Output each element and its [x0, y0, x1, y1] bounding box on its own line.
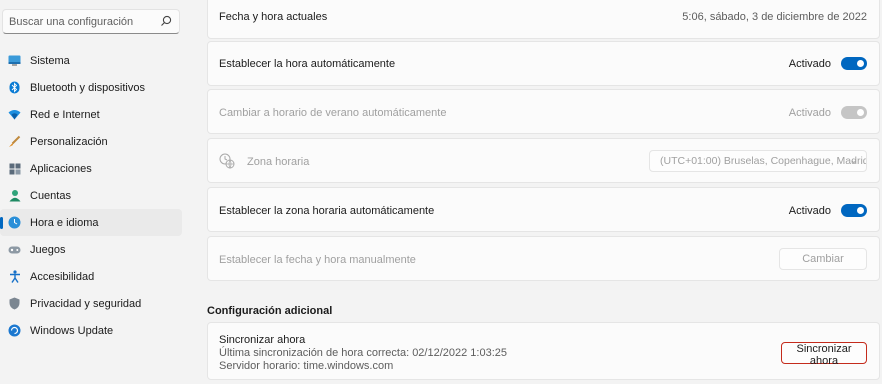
search-icon[interactable]: [159, 14, 173, 28]
sidebar-item-label: Hora e idioma: [30, 216, 99, 229]
system-icon: [8, 54, 21, 67]
shield-icon: [8, 297, 21, 310]
auto-dst-card: Cambiar a horario de verano automáticame…: [207, 89, 880, 134]
search-box[interactable]: [2, 9, 180, 34]
sync-last-time: Última sincronización de hora correcta: …: [219, 347, 508, 359]
timezone-select[interactable]: (UTC+01:00) Bruselas, Copenhague, Madrid…: [649, 150, 867, 172]
sidebar: Sistema Bluetooth y dispositivos Red e I…: [0, 0, 188, 384]
timezone-card: Zona horaria (UTC+01:00) Bruselas, Copen…: [207, 138, 880, 183]
sidebar-item-label: Privacidad y seguridad: [30, 297, 142, 310]
auto-time-state: Activado: [788, 58, 831, 70]
search-input[interactable]: [3, 10, 153, 33]
chevron-down-icon: ⌄: [849, 155, 858, 166]
current-datetime-card: Fecha y hora actuales 5:06, sábado, 3 de…: [207, 0, 880, 39]
sidebar-item-bluetooth[interactable]: Bluetooth y dispositivos: [0, 74, 182, 101]
manual-datetime-card: Establecer la fecha y hora manualmente C…: [207, 236, 880, 281]
sidebar-item-label: Accesibilidad: [30, 270, 95, 283]
sidebar-item-juegos[interactable]: Juegos: [0, 236, 182, 263]
sidebar-item-red[interactable]: Red e Internet: [0, 101, 182, 128]
sidebar-item-label: Aplicaciones: [30, 162, 92, 175]
sidebar-item-cuentas[interactable]: Cuentas: [0, 182, 182, 209]
auto-time-card: Establecer la hora automáticamente Activ…: [207, 41, 880, 86]
sidebar-item-label: Juegos: [30, 243, 66, 256]
sidebar-item-privacidad[interactable]: Privacidad y seguridad: [0, 290, 182, 317]
sidebar-item-label: Windows Update: [30, 324, 114, 337]
sidebar-item-label: Bluetooth y dispositivos: [30, 81, 145, 94]
auto-timezone-label: Establecer la zona horaria automáticamen…: [219, 205, 435, 217]
manual-datetime-label: Establecer la fecha y hora manualmente: [219, 254, 416, 266]
additional-settings-title: Configuración adicional: [207, 305, 333, 317]
brush-icon: [8, 135, 21, 148]
sync-now-button[interactable]: Sincronizar ahora: [781, 342, 867, 367]
sidebar-item-label: Red e Internet: [30, 108, 100, 121]
timezone-clock-globe-icon: [219, 153, 235, 169]
sidebar-item-hora-idioma[interactable]: Hora e idioma: [0, 209, 182, 236]
apps-icon: [8, 162, 21, 175]
sidebar-item-accesibilidad[interactable]: Accesibilidad: [0, 263, 182, 290]
auto-time-toggle[interactable]: [841, 57, 867, 70]
auto-time-label: Establecer la hora automáticamente: [219, 58, 396, 70]
timezone-label: Zona horaria: [247, 156, 310, 168]
auto-timezone-state: Activado: [788, 205, 831, 217]
account-icon: [8, 189, 21, 202]
sidebar-item-aplicaciones[interactable]: Aplicaciones: [0, 155, 182, 182]
auto-timezone-card: Establecer la zona horaria automáticamen…: [207, 187, 880, 232]
bluetooth-icon: [8, 81, 21, 94]
auto-dst-label: Cambiar a horario de verano automáticame…: [219, 107, 447, 119]
sync-server: Servidor horario: time.windows.com: [219, 360, 394, 372]
gamepad-icon: [8, 243, 21, 256]
sidebar-item-label: Personalización: [30, 135, 108, 148]
sidebar-item-label: Sistema: [30, 54, 70, 67]
sidebar-item-label: Cuentas: [30, 189, 71, 202]
sync-card: Sincronizar ahora Última sincronización …: [207, 322, 880, 380]
sidebar-item-windows-update[interactable]: Windows Update: [0, 317, 182, 344]
sidebar-item-personalizacion[interactable]: Personalización: [0, 128, 182, 155]
accessibility-icon: [8, 270, 21, 283]
current-datetime-value: 5:06, sábado, 3 de diciembre de 2022: [682, 11, 867, 23]
auto-dst-state: Activado: [788, 107, 831, 119]
auto-timezone-toggle[interactable]: [841, 204, 867, 217]
sidebar-item-sistema[interactable]: Sistema: [0, 47, 182, 74]
sync-title: Sincronizar ahora: [219, 334, 306, 346]
update-icon: [8, 324, 21, 337]
wifi-icon: [8, 108, 21, 121]
change-datetime-button[interactable]: Cambiar: [779, 248, 867, 270]
auto-dst-toggle[interactable]: [841, 106, 867, 119]
timezone-select-value: (UTC+01:00) Bruselas, Copenhague, Madrid…: [660, 155, 866, 167]
sidebar-nav: Sistema Bluetooth y dispositivos Red e I…: [0, 47, 182, 344]
time-language-icon: [8, 216, 21, 229]
current-datetime-label: Fecha y hora actuales: [219, 11, 328, 23]
